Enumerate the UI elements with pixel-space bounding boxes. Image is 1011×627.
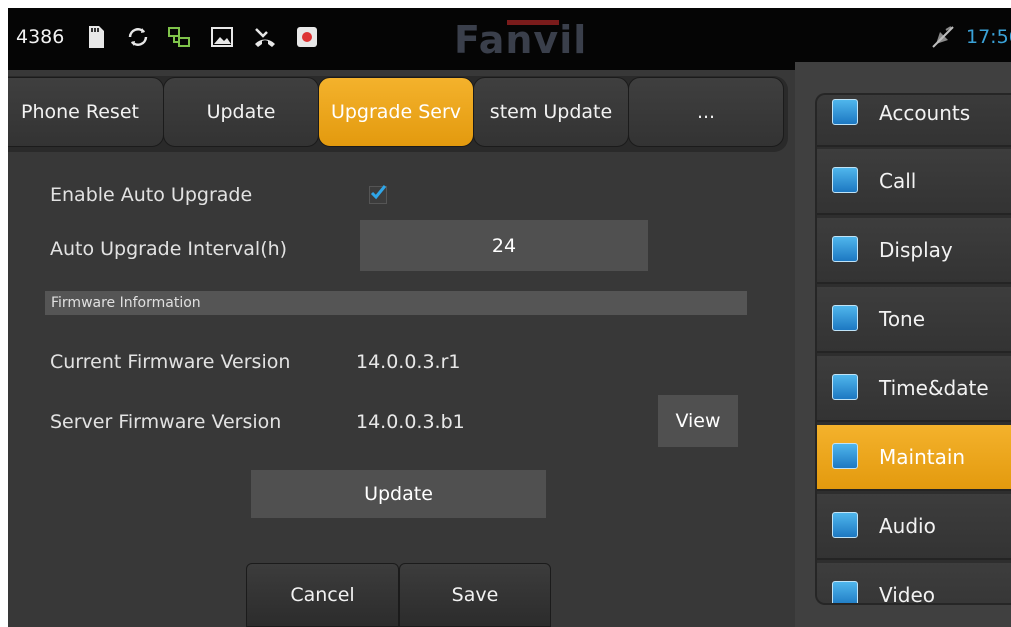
- firmware-information-header: Firmware Information: [45, 291, 747, 315]
- menu-item-label: Time&date: [879, 376, 989, 400]
- auto-upgrade-interval-input[interactable]: 24: [360, 220, 648, 271]
- save-label: Save: [451, 584, 499, 606]
- image-icon: [211, 27, 233, 47]
- display-icon: [832, 236, 858, 262]
- network-icon: [168, 27, 190, 47]
- current-firmware-label: Current Firmware Version: [50, 351, 291, 373]
- menu-item-label: Audio: [879, 514, 936, 538]
- menu-item-video[interactable]: Video: [817, 563, 1011, 605]
- settings-menu[interactable]: Accounts Call Display Tone Time&date Mai…: [815, 93, 1011, 605]
- view-button-label: View: [675, 410, 721, 432]
- menu-item-maintain[interactable]: Maintain: [817, 425, 1011, 491]
- menu-item-label: Tone: [879, 307, 926, 331]
- tab-upgrade-server[interactable]: Upgrade Serv: [318, 77, 474, 147]
- mute-icon: [932, 26, 954, 48]
- missed-call-icon: [255, 28, 275, 47]
- call-icon: [832, 167, 858, 193]
- tab-update[interactable]: Update: [163, 77, 319, 147]
- cancel-label: Cancel: [290, 584, 355, 606]
- clock: 17:56: [966, 26, 1011, 48]
- update-button[interactable]: Update: [251, 470, 546, 518]
- menu-item-label: Display: [879, 238, 953, 262]
- menu-item-accounts[interactable]: Accounts: [817, 95, 1011, 147]
- server-firmware-label: Server Firmware Version: [50, 411, 282, 433]
- menu-item-display[interactable]: Display: [817, 218, 1011, 284]
- interval-value: 24: [491, 234, 517, 257]
- menu-item-label: Maintain: [879, 445, 966, 469]
- fanvil-logo: Fanvil: [454, 18, 588, 62]
- menu-item-tone[interactable]: Tone: [817, 287, 1011, 353]
- view-button[interactable]: View: [658, 395, 738, 447]
- tab-phone-reset[interactable]: Phone Reset: [8, 77, 164, 147]
- menu-item-audio[interactable]: Audio: [817, 494, 1011, 560]
- menu-item-call[interactable]: Call: [817, 149, 1011, 215]
- video-icon: [832, 581, 858, 603]
- sync-icon: [128, 28, 148, 46]
- tab-label: stem Update: [489, 101, 613, 123]
- tab-system-update[interactable]: stem Update: [473, 77, 629, 147]
- enable-auto-upgrade-label: Enable Auto Upgrade: [50, 184, 253, 206]
- extension-number: 4386: [16, 26, 65, 48]
- status-bar: 4386 Fanvil 17:56: [8, 8, 1011, 70]
- tools-icon: [832, 443, 858, 469]
- clock-icon: [832, 374, 858, 400]
- checkmark-icon: [370, 185, 387, 200]
- sd-card-icon: [89, 26, 104, 48]
- cancel-button[interactable]: Cancel: [246, 563, 399, 627]
- phone-screen: 4386 Fanvil 17:56 Phone Reset Update Upg…: [8, 8, 1011, 627]
- save-button[interactable]: Save: [399, 563, 551, 627]
- server-firmware-value: 14.0.0.3.b1: [356, 411, 465, 433]
- tab-more[interactable]: ...: [628, 77, 784, 147]
- record-icon: [297, 27, 317, 47]
- enable-auto-upgrade-checkbox[interactable]: [369, 185, 387, 204]
- tab-label: Phone Reset: [21, 101, 139, 123]
- tone-icon: [832, 305, 858, 331]
- tab-label: Update: [206, 101, 276, 123]
- menu-item-label: Call: [879, 169, 917, 193]
- tab-bar: Phone Reset Update Upgrade Serv stem Upd…: [8, 76, 788, 152]
- auto-upgrade-interval-label: Auto Upgrade Interval(h): [50, 238, 288, 260]
- accounts-icon: [832, 99, 858, 125]
- menu-item-label: Video: [879, 583, 936, 605]
- current-firmware-value: 14.0.0.3.r1: [356, 351, 461, 373]
- tab-label: Upgrade Serv: [330, 101, 462, 123]
- tab-label: ...: [696, 101, 716, 123]
- update-button-label: Update: [364, 483, 433, 505]
- menu-item-time-date[interactable]: Time&date: [817, 356, 1011, 422]
- microphone-icon: [832, 512, 858, 538]
- menu-item-label: Accounts: [879, 101, 971, 125]
